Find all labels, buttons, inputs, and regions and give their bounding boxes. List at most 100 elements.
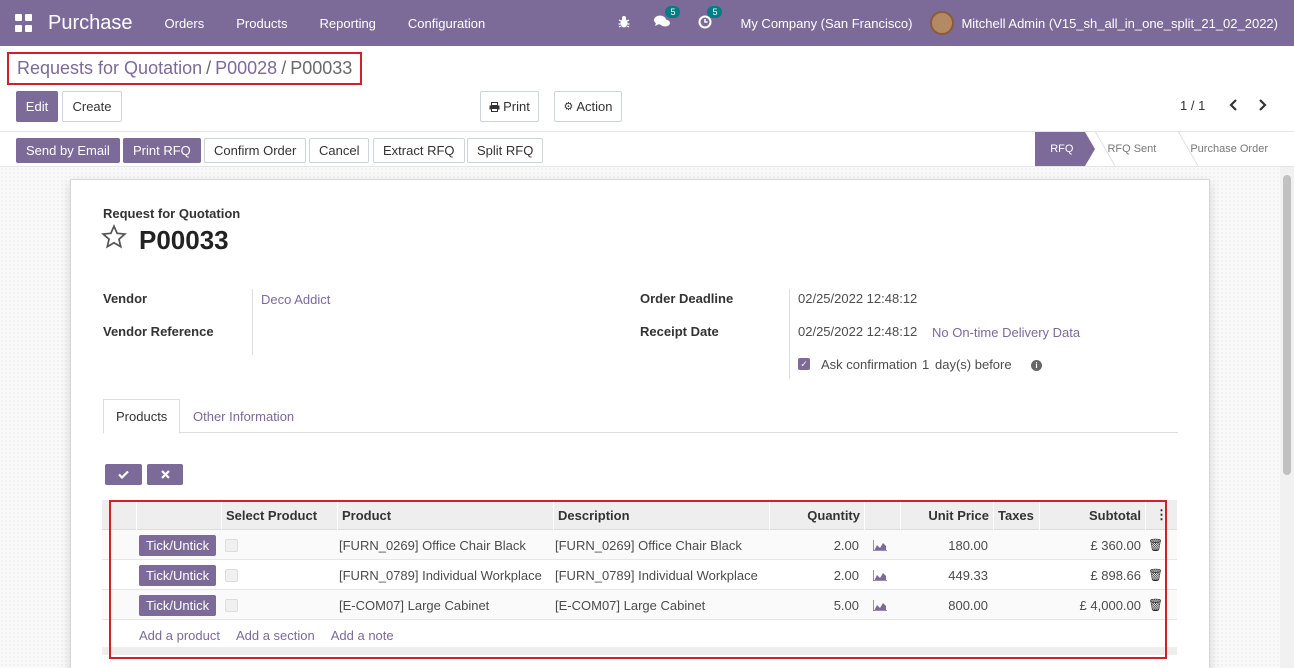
line-quantity[interactable]: 5.00	[769, 590, 862, 620]
header-quantity[interactable]: Quantity	[769, 500, 864, 530]
add-note-link[interactable]: Add a note	[331, 628, 394, 643]
line-subtotal: £ 360.00	[1090, 537, 1141, 553]
breadcrumb-separator: /	[206, 58, 212, 78]
menu-orders[interactable]: Orders	[149, 16, 221, 31]
table-header: Select Product Product Description Quant…	[102, 500, 1177, 530]
order-deadline-value[interactable]: 02/25/2022 12:48:12	[798, 291, 917, 306]
forecast-chart-icon[interactable]	[870, 530, 890, 560]
split-rfq-button[interactable]: Split RFQ	[467, 138, 544, 163]
vendor-link[interactable]: Deco Addict	[261, 292, 330, 307]
extract-rfq-button[interactable]: Extract RFQ	[373, 138, 465, 163]
debug-bug-icon[interactable]	[618, 15, 630, 31]
action-label: Action	[576, 99, 613, 114]
activity-clock-icon[interactable]: 5	[698, 5, 723, 32]
line-unit-price[interactable]: 449.33	[900, 560, 991, 590]
print-rfq-button[interactable]: Print RFQ	[123, 138, 201, 163]
company-switcher[interactable]: My Company (San Francisco)	[740, 16, 912, 31]
header-product[interactable]: Product	[337, 500, 553, 530]
select-product-checkbox[interactable]	[225, 538, 238, 552]
menu-reporting[interactable]: Reporting	[304, 16, 392, 31]
table-row[interactable]: Tick/Untick [FURN_0269] Office Chair Bla…	[102, 530, 1177, 560]
add-product-link[interactable]: Add a product	[139, 628, 220, 643]
select-all-check-button[interactable]	[105, 464, 142, 485]
unselect-all-button[interactable]	[147, 464, 183, 485]
activity-badge: 5	[707, 5, 723, 18]
stage-rfq-sent[interactable]: RFQ Sent	[1085, 132, 1168, 166]
confirm-order-button[interactable]: Confirm Order	[204, 138, 307, 163]
pager-previous-icon[interactable]	[1229, 94, 1239, 116]
line-description[interactable]: [E-COM07] Large Cabinet	[552, 590, 708, 620]
ask-confirmation-checkbox[interactable]: ✓	[798, 358, 810, 370]
forecast-chart-icon[interactable]	[870, 590, 890, 620]
line-description[interactable]: [FURN_0269] Office Chair Black	[552, 530, 745, 560]
menu-configuration[interactable]: Configuration	[392, 16, 501, 31]
line-taxes[interactable]	[993, 590, 999, 620]
select-product-checkbox[interactable]	[225, 598, 238, 612]
info-icon[interactable]: i	[1031, 360, 1042, 371]
line-taxes[interactable]	[993, 530, 999, 560]
line-product[interactable]: [E-COM07] Large Cabinet	[336, 590, 492, 620]
scrollbar-thumb[interactable]	[1283, 175, 1291, 475]
table-row[interactable]: Tick/Untick [FURN_0789] Individual Workp…	[102, 560, 1177, 590]
line-quantity[interactable]: 2.00	[769, 530, 862, 560]
stage-purchase-order[interactable]: Purchase Order	[1168, 132, 1280, 166]
chat-icon[interactable]: 5	[654, 6, 681, 31]
user-avatar[interactable]	[930, 11, 955, 35]
pager-next-icon[interactable]	[1257, 94, 1267, 116]
on-time-delivery-link[interactable]: No On-time Delivery Data	[932, 325, 1080, 340]
vendor-label: Vendor	[103, 291, 148, 306]
line-product[interactable]: [FURN_0269] Office Chair Black	[336, 530, 529, 560]
table-row[interactable]: Tick/Untick [E-COM07] Large Cabinet [E-C…	[102, 590, 1177, 620]
optional-columns-icon[interactable]: ⋮	[1145, 500, 1177, 530]
create-button[interactable]: Create	[62, 91, 122, 122]
line-description[interactable]: [FURN_0789] Individual Workplace	[552, 560, 761, 590]
add-section-link[interactable]: Add a section	[236, 628, 315, 643]
header-unit-price[interactable]: Unit Price	[900, 500, 993, 530]
action-button[interactable]: ⚙ Action	[554, 91, 622, 122]
print-button[interactable]: Print	[480, 91, 539, 122]
pager-value[interactable]: 1 / 1	[1180, 98, 1205, 113]
line-quantity[interactable]: 2.00	[769, 560, 862, 590]
ask-confirmation-days[interactable]: 1	[922, 357, 929, 372]
forecast-chart-icon[interactable]	[870, 560, 890, 590]
ask-confirmation-suffix: day(s) before	[935, 357, 1012, 372]
delete-line-trash-icon[interactable]: 🗑	[1145, 530, 1166, 560]
priority-star-icon[interactable]	[101, 224, 127, 257]
tick-untick-button[interactable]: Tick/Untick	[139, 534, 217, 556]
delete-line-trash-icon[interactable]: 🗑	[1145, 560, 1166, 590]
user-menu[interactable]: Mitchell Admin (V15_sh_all_in_one_split_…	[961, 16, 1278, 31]
table-footer	[102, 647, 1177, 655]
line-unit-price[interactable]: 180.00	[900, 530, 991, 560]
stage-rfq[interactable]: RFQ	[1035, 132, 1096, 166]
tick-untick-button[interactable]: Tick/Untick	[139, 594, 217, 616]
app-brand[interactable]: Purchase	[48, 12, 133, 35]
send-by-email-button[interactable]: Send by Email	[16, 138, 120, 163]
top-navbar: Purchase Orders Products Reporting Confi…	[0, 0, 1294, 46]
line-taxes[interactable]	[993, 560, 999, 590]
select-product-checkbox[interactable]	[225, 568, 238, 582]
receipt-date-value[interactable]: 02/25/2022 12:48:12	[798, 324, 917, 339]
header-select-product[interactable]: Select Product	[221, 500, 337, 530]
cancel-button[interactable]: Cancel	[309, 138, 370, 163]
scrollbar[interactable]	[1280, 167, 1294, 668]
header-forecast	[864, 500, 900, 530]
line-subtotal: £ 4,000.00	[1079, 597, 1141, 613]
tab-other-information[interactable]: Other Information	[181, 399, 306, 433]
order-deadline-label: Order Deadline	[640, 291, 734, 306]
tab-products[interactable]: Products	[103, 399, 181, 434]
print-label: Print	[503, 99, 530, 114]
line-unit-price[interactable]: 800.00	[900, 590, 991, 620]
edit-button[interactable]: Edit	[16, 91, 58, 122]
stage-pipeline: RFQ RFQ Sent Purchase Order	[1035, 132, 1280, 166]
menu-products[interactable]: Products	[220, 16, 303, 31]
header-taxes[interactable]: Taxes	[993, 500, 1039, 530]
delete-line-trash-icon[interactable]: 🗑	[1145, 590, 1166, 620]
tick-untick-button[interactable]: Tick/Untick	[139, 564, 217, 586]
header-description[interactable]: Description	[553, 500, 769, 530]
field-divider	[252, 289, 253, 355]
apps-menu-icon[interactable]	[15, 14, 33, 32]
header-subtotal[interactable]: Subtotal	[1039, 500, 1145, 530]
breadcrumb-p00028-link[interactable]: P00028	[215, 58, 277, 79]
line-product[interactable]: [FURN_0789] Individual Workplace	[336, 560, 545, 590]
breadcrumb-rfq-link[interactable]: Requests for Quotation	[17, 58, 202, 79]
